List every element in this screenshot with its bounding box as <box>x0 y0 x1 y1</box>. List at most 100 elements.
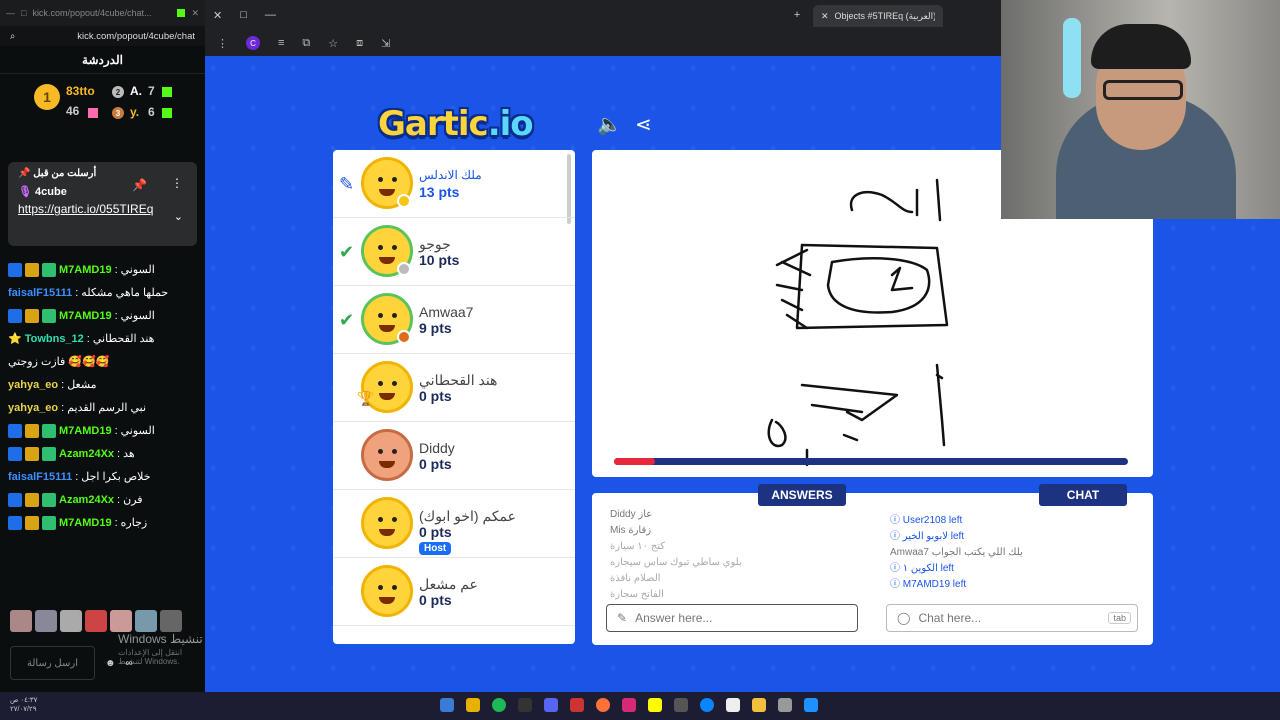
stroke <box>800 383 899 422</box>
kick-urlbar: ⌕ kick.com/popout/4cube/chat <box>0 26 205 46</box>
chat-username[interactable]: M7AMD19 <box>59 264 112 276</box>
avatar[interactable] <box>110 610 132 632</box>
badge-icon <box>25 423 39 438</box>
app-icon[interactable] <box>674 698 688 712</box>
kick-maximize-icon[interactable]: □ <box>21 8 26 18</box>
chat-username[interactable]: M7AMD19 <box>59 517 112 529</box>
unpin-icon[interactable]: 📌 <box>132 178 147 192</box>
close-icon[interactable]: ✕ <box>213 9 222 22</box>
profile-icon[interactable]: C <box>246 36 260 50</box>
chat-entry: User2108 left <box>890 513 1130 529</box>
avatar-eye <box>378 381 383 386</box>
edge-icon[interactable] <box>700 698 714 712</box>
tab-search-icon[interactable]: ⧉ <box>302 37 310 50</box>
instagram-icon[interactable] <box>622 698 636 712</box>
avatar-mouth <box>379 189 395 196</box>
chrome-icon[interactable] <box>466 698 480 712</box>
player-row[interactable]: 🏆 هند القحطاني 0 pts <box>333 354 575 422</box>
kick-minimize-icon[interactable]: — <box>6 8 15 18</box>
avatar[interactable] <box>135 610 157 632</box>
share-icon[interactable]: ⋖ <box>635 112 652 137</box>
player-row[interactable]: ✔ Amwaa7 9 pts <box>333 286 575 354</box>
terminal-icon[interactable] <box>518 698 532 712</box>
discord-icon[interactable] <box>544 698 558 712</box>
new-tab-icon[interactable]: + <box>794 9 800 21</box>
cast-icon[interactable]: ⇲ <box>381 37 390 50</box>
chevron-down-icon[interactable]: ⌄ <box>174 210 183 223</box>
video-editor-icon[interactable] <box>726 698 740 712</box>
minimize-icon[interactable]: — <box>265 9 276 21</box>
zoom-icon[interactable]: ⌕ <box>10 31 15 42</box>
avatar-mouth <box>379 393 395 400</box>
tab-answers[interactable]: ANSWERS <box>758 484 846 506</box>
answer-input[interactable]: ✎ Answer here... <box>606 604 858 632</box>
chat-message: M7AMD19: السوني <box>0 419 205 442</box>
tab-gartic[interactable]: ✕ Objects #5TIREq (العربية) - Gartic <box>813 5 943 27</box>
chat-text: هند القحطاني <box>92 333 155 345</box>
snapchat-icon[interactable] <box>648 698 662 712</box>
extensions-icon[interactable]: ≡ <box>278 37 284 49</box>
avatar[interactable] <box>60 610 82 632</box>
chat-message: Azam24Xx: هد <box>0 442 205 465</box>
taskbar-clock[interactable]: ٠٤:٣٧ ص ٢٧/٠٧/٢٩ <box>10 696 37 714</box>
player-avatar <box>361 565 413 617</box>
chat-username[interactable]: yahya_eo <box>8 379 58 391</box>
avatar[interactable] <box>35 610 57 632</box>
chat-username[interactable]: faisalF15111 <box>8 471 72 483</box>
chat-separator: : <box>114 516 118 529</box>
tab-title: Objects #5TIREq (العربية) - Gartic <box>834 10 935 21</box>
player-row[interactable]: عم مشعل 0 pts <box>333 558 575 626</box>
taskbar-time: ٠٤:٣٧ ص <box>10 697 38 704</box>
avatar[interactable] <box>10 610 32 632</box>
chat-username[interactable]: Towbns_12 <box>25 333 84 345</box>
player-row[interactable]: عمكم (اخو ابوك) 0 pts Host <box>333 490 575 558</box>
menu-icon[interactable]: ⋮ <box>217 37 228 50</box>
chat-username[interactable]: M7AMD19 <box>59 310 112 322</box>
chat-separator: : <box>117 447 121 460</box>
badge-icon <box>8 308 22 323</box>
firefox-icon[interactable] <box>596 698 610 712</box>
spotify-icon[interactable] <box>492 698 506 712</box>
steam-icon[interactable] <box>440 698 454 712</box>
chat-separator: : <box>75 470 79 483</box>
avatar-eye <box>392 381 397 386</box>
sound-icon[interactable]: 🔈 <box>597 112 622 137</box>
sub-icon <box>162 108 172 118</box>
more-options-icon[interactable]: ⋮ <box>171 176 183 190</box>
windows-start-icon[interactable] <box>804 698 818 712</box>
chat-message: M7AMD19: السوني <box>0 304 205 327</box>
chat-username[interactable]: Azam24Xx <box>59 494 114 506</box>
maximize-icon[interactable]: □ <box>240 9 247 21</box>
windows-watermark: Windows تنشيط <box>118 632 203 646</box>
folder-icon[interactable] <box>752 698 766 712</box>
player-status-dot <box>397 262 411 276</box>
tab-close-icon[interactable]: ✕ <box>821 11 829 22</box>
chat-username[interactable]: yahya_eo <box>8 402 58 414</box>
share-page-icon[interactable]: ⧈ <box>356 37 363 50</box>
tab-chat[interactable]: CHAT <box>1039 484 1127 506</box>
tab-key-hint: tab <box>1108 612 1131 624</box>
avatar-mouth <box>379 529 395 536</box>
chat-send-input[interactable]: ارسل رسالة <box>10 646 95 680</box>
chat-username[interactable]: M7AMD19 <box>59 425 112 437</box>
gift-icon <box>88 108 98 118</box>
chat-username[interactable]: Azam24Xx <box>59 448 114 460</box>
pinned-link[interactable]: https://gartic.io/055TIREq <box>18 202 168 217</box>
chat-text: خلاص بكرا اجل <box>81 471 151 483</box>
avatar[interactable] <box>160 610 182 632</box>
player-row[interactable]: Diddy 0 pts <box>333 422 575 490</box>
badge-icon <box>8 262 22 277</box>
obs-icon[interactable] <box>570 698 584 712</box>
bookmark-star-icon[interactable]: ☆ <box>328 37 338 50</box>
app-icon[interactable] <box>778 698 792 712</box>
player-row[interactable]: ✔ جوجو 10 pts <box>333 218 575 286</box>
kick-close-icon[interactable]: ✕ <box>191 8 199 19</box>
chat-input[interactable]: ◯ Chat here... tab <box>886 604 1138 632</box>
avatar-eye <box>378 177 383 182</box>
player-avatar <box>361 497 413 549</box>
player-row[interactable]: ✎ ملك الاندلس 13 pts <box>333 150 575 218</box>
chat-text: هد <box>123 448 135 460</box>
avatar[interactable] <box>85 610 107 632</box>
chat-username[interactable]: faisalF15111 <box>8 287 72 299</box>
emoji-icon[interactable]: ☻ <box>105 658 116 669</box>
